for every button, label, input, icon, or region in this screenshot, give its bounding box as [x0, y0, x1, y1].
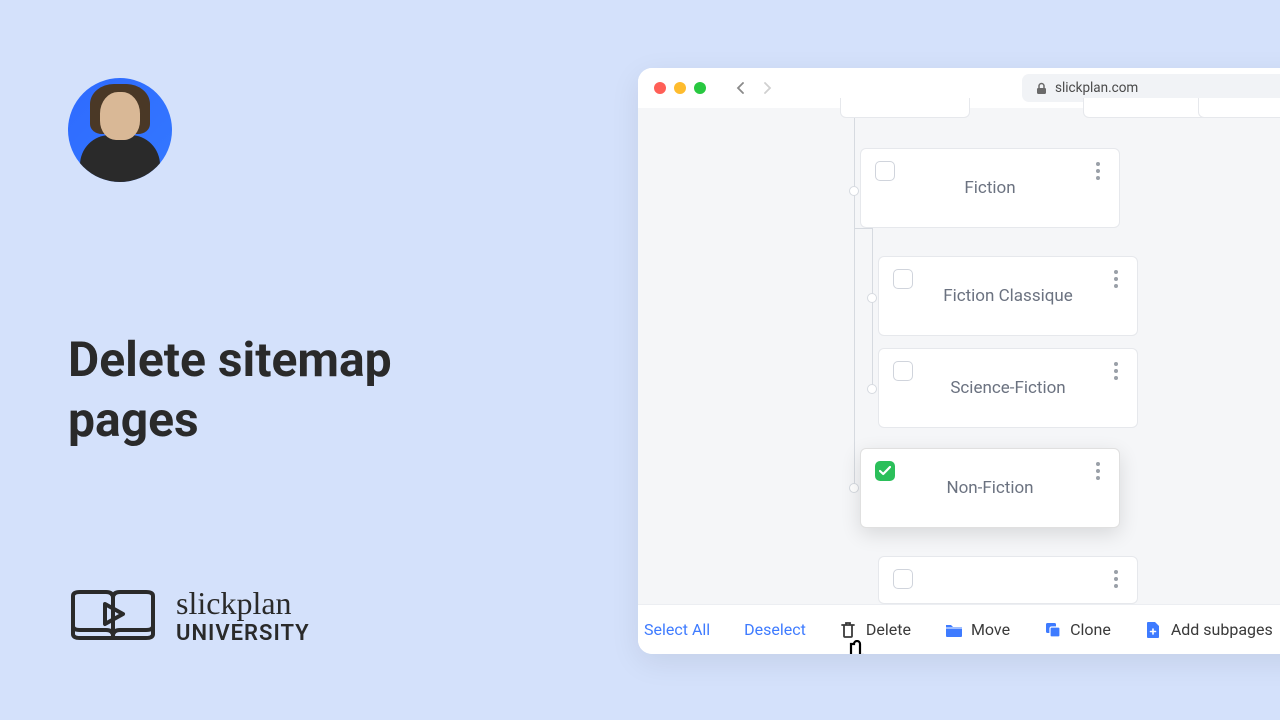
card-stub: [1083, 98, 1213, 118]
sitemap-canvas[interactable]: Fiction Fiction Classique Science-Fictio…: [638, 108, 1280, 604]
forward-button[interactable]: [758, 79, 776, 97]
kebab-icon[interactable]: [1107, 361, 1125, 381]
card-title: Non-Fiction: [946, 478, 1033, 498]
sitemap-card-fiction[interactable]: Fiction: [860, 148, 1120, 228]
connector-line: [854, 228, 872, 229]
folder-icon: [945, 621, 963, 639]
card-title: Science-Fiction: [950, 378, 1065, 398]
presenter-avatar: [68, 78, 172, 182]
bulk-action-toolbar: Select All Deselect Delete Move: [638, 604, 1280, 654]
back-button[interactable]: [732, 79, 750, 97]
connector-node: [849, 186, 859, 196]
url-text: slickplan.com: [1055, 80, 1138, 96]
brand-logo: slickplan UNIVERSITY: [68, 584, 310, 648]
maximize-icon[interactable]: [694, 82, 706, 94]
kebab-icon[interactable]: [1107, 269, 1125, 289]
lock-icon: [1036, 82, 1047, 95]
card-title: Fiction Classique: [943, 286, 1073, 306]
copy-icon: [1044, 621, 1062, 639]
connector-node: [867, 293, 877, 303]
window-controls[interactable]: [654, 82, 706, 94]
brand-subtitle: UNIVERSITY: [176, 622, 310, 646]
deselect-button[interactable]: Deselect: [744, 620, 806, 639]
chevron-left-icon: [735, 82, 747, 94]
card-stub: [1198, 98, 1280, 118]
connector-line: [854, 118, 855, 488]
card-checkbox[interactable]: [893, 569, 913, 589]
connector-line: [872, 228, 873, 388]
card-checkbox[interactable]: [893, 269, 913, 289]
kebab-icon[interactable]: [1107, 569, 1125, 589]
delete-button[interactable]: Delete: [840, 620, 911, 639]
pointer-cursor-icon: [838, 640, 880, 654]
sitemap-card-partial[interactable]: [878, 556, 1138, 604]
close-icon[interactable]: [654, 82, 666, 94]
sitemap-card-fiction-classique[interactable]: Fiction Classique: [878, 256, 1138, 336]
kebab-icon[interactable]: [1089, 461, 1107, 481]
add-subpages-button[interactable]: Add subpages: [1145, 620, 1273, 639]
move-button[interactable]: Move: [945, 620, 1010, 639]
card-title: Fiction: [964, 178, 1015, 198]
sitemap-card-non-fiction[interactable]: Non-Fiction: [860, 448, 1120, 528]
card-checkbox[interactable]: [875, 161, 895, 181]
connector-node: [849, 483, 859, 493]
page-title: Delete sitemap pages: [68, 330, 392, 450]
minimize-icon[interactable]: [674, 82, 686, 94]
clone-button[interactable]: Clone: [1044, 620, 1111, 639]
connector-node: [867, 384, 877, 394]
brand-name: slickplan: [176, 586, 310, 621]
card-checkbox-checked[interactable]: [875, 461, 895, 481]
kebab-icon[interactable]: [1089, 161, 1107, 181]
card-stub: [840, 98, 970, 118]
trash-icon: [840, 621, 858, 639]
book-play-icon: [68, 584, 158, 648]
check-icon: [879, 466, 891, 476]
select-all-button[interactable]: Select All: [644, 620, 710, 639]
chevron-right-icon: [761, 82, 773, 94]
card-checkbox[interactable]: [893, 361, 913, 381]
browser-window: slickplan.com Fiction Fiction Classique: [638, 68, 1280, 654]
file-plus-icon: [1145, 621, 1163, 639]
sitemap-card-science-fiction[interactable]: Science-Fiction: [878, 348, 1138, 428]
